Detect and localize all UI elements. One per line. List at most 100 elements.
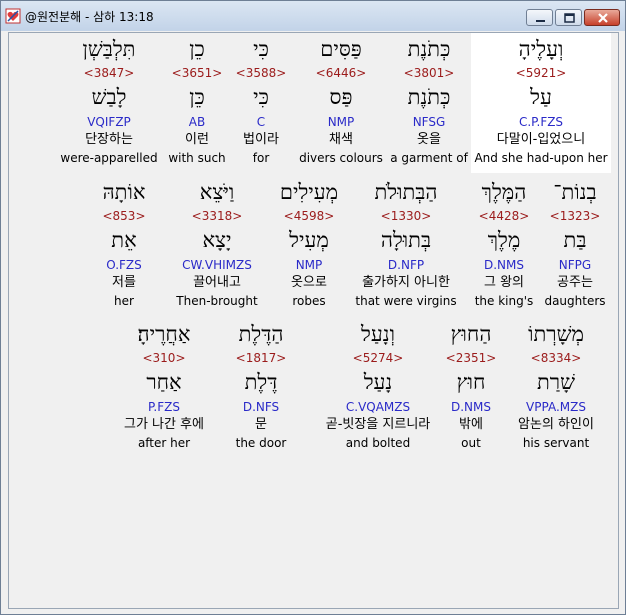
- strong-number: <8334>: [530, 351, 582, 365]
- hebrew-word: כְּתֹנֶת: [407, 37, 451, 61]
- strong-number: <5274>: [352, 351, 404, 365]
- korean-gloss: 공주는: [557, 275, 593, 290]
- word-cell[interactable]: הַמֶּלֶךְ <4428> מֶלֶךְ D.NMS 그 왕의 the king's: [467, 176, 541, 316]
- parsing-code: D.NMS: [450, 400, 491, 414]
- lexical-form: מֶלֶךְ: [487, 228, 521, 252]
- english-gloss: with such: [168, 151, 226, 165]
- word-cell[interactable]: אוֹתָהּ <853> אֵת O.FZS 저를 her: [93, 176, 155, 316]
- close-button[interactable]: [584, 9, 620, 26]
- word-cell[interactable]: כִּי <3588> כִּי C 법이라 for: [233, 33, 289, 173]
- english-gloss: the king's: [474, 294, 534, 308]
- parsing-code: NMP: [295, 258, 323, 272]
- strong-number: <1817>: [235, 351, 287, 365]
- english-gloss: for: [252, 151, 270, 165]
- hebrew-word: מְשָׁרְתוֹ: [528, 322, 584, 346]
- korean-gloss: 문: [255, 417, 267, 432]
- word-cell[interactable]: תִּלְבַּשְׁן <3847> לָבַשׁ VQIFZP 단장하는 were-a…: [57, 33, 161, 173]
- english-gloss: divers colours: [299, 151, 383, 165]
- hebrew-word: הַדֶּלֶת: [238, 322, 284, 346]
- english-gloss: out: [461, 436, 481, 450]
- maximize-icon: [564, 13, 575, 23]
- word-cell[interactable]: מְשָׁרְתוֹ <8334> שָׁרַת VPPA.MZS 암논의 하인이 his…: [511, 318, 601, 458]
- hebrew-word: הַמֶּלֶךְ: [481, 180, 527, 204]
- lexical-form: בַּת: [563, 228, 587, 252]
- parsing-code: O.FZS: [106, 258, 142, 272]
- hebrew-word: כִּי: [253, 37, 269, 61]
- word-cell[interactable]: הַדֶּלֶת <1817> דֶּלֶת D.NFS 문 the door: [228, 318, 294, 458]
- hebrew-word: מְעִילִים: [279, 180, 339, 204]
- parsing-code: NFSG: [412, 115, 446, 129]
- hebrew-word: אַחֲרֶיהָ׃: [137, 322, 191, 346]
- word-cell[interactable]: כֵן <3651> כֵּן AB 이런 with such: [163, 33, 231, 173]
- word-cell[interactable]: מְעִילִים <4598> מְעִיל NMP 옷으로 robes: [271, 176, 347, 316]
- lexical-form: כְּתֹנֶת: [407, 85, 451, 109]
- app-heart-icon: [5, 8, 21, 24]
- korean-gloss: 그 왕의: [483, 275, 524, 290]
- english-gloss: his servant: [522, 436, 590, 450]
- word-cell[interactable]: וְעָלֶיהָ <5921> עַל C.P.FZS 다말이-입었으니 And she…: [471, 33, 611, 173]
- strong-number: <310>: [142, 351, 186, 365]
- hebrew-word: תִּלְבַּשְׁן: [82, 37, 136, 61]
- korean-gloss: 채색: [329, 132, 353, 147]
- word-cell[interactable]: וַיֹּצֵא <3318> יָצָא CW.VHIMZS 끌어내고 Then-bro…: [171, 176, 263, 316]
- parsing-code: AB: [188, 115, 206, 129]
- hebrew-word: וַיֹּצֵא: [199, 180, 235, 204]
- parsing-code: C.VQAMZS: [345, 400, 411, 414]
- lexical-form: בְּתוּלָה: [380, 228, 432, 252]
- hebrew-word: אוֹתָהּ: [102, 180, 146, 204]
- korean-gloss: 옷을: [417, 132, 441, 147]
- english-gloss: robes: [292, 294, 326, 308]
- parsing-code: C.P.FZS: [518, 115, 564, 129]
- korean-gloss: 단장하는: [85, 132, 133, 147]
- strong-number: <3801>: [403, 66, 455, 80]
- english-gloss: were-apparelled: [60, 151, 158, 165]
- parsing-code: C: [256, 115, 266, 129]
- strong-number: <1323>: [549, 209, 601, 223]
- word-cell[interactable]: כְּתֹנֶת <3801> כְּתֹנֶת NFSG 옷을 a garment of: [387, 33, 471, 173]
- korean-gloss: 이런: [185, 132, 209, 147]
- word-cell[interactable]: הַבְּתוּלֹת <1330> בְּתוּלָה D.NFP 출가하지 아니한 t…: [347, 176, 465, 316]
- korean-gloss: 그가 나간 후에: [123, 417, 205, 432]
- hebrew-word: הַבְּתוּלֹת: [374, 180, 438, 204]
- title-bar[interactable]: @원전분해 - 삼하 13:18: [1, 1, 625, 31]
- minimize-button[interactable]: [526, 9, 553, 26]
- korean-gloss: 법이라: [243, 132, 279, 147]
- hebrew-word: פַּסִּים: [320, 37, 362, 61]
- window-title: @원전분해 - 삼하 13:18: [25, 10, 154, 24]
- strong-number: <2351>: [445, 351, 497, 365]
- lexical-form: כִּי: [253, 85, 269, 109]
- english-gloss: a garment of: [390, 151, 468, 165]
- strong-number: <3318>: [191, 209, 243, 223]
- parsing-code: VQIFZP: [87, 115, 131, 129]
- lexical-form: נָעַל: [363, 370, 393, 394]
- korean-gloss: 곧-빗장을 지르니라: [325, 417, 431, 432]
- korean-gloss: 저를: [112, 275, 136, 290]
- strong-number: <5921>: [515, 66, 567, 80]
- hebrew-word: בְנוֹת־: [553, 180, 597, 204]
- english-gloss: daughters: [544, 294, 606, 308]
- minimize-icon: [536, 20, 545, 22]
- korean-gloss: 출가하지 아니한: [362, 275, 450, 290]
- hebrew-word: וְעָלֶיהָ: [518, 37, 564, 61]
- korean-gloss: 옷으로: [291, 275, 327, 290]
- hebrew-word: כֵן: [189, 37, 205, 61]
- strong-number: <3588>: [235, 66, 287, 80]
- word-cell[interactable]: אַחֲרֶיהָ׃ <310> אַחַר P.FZS 그가 나간 후에 after h…: [119, 318, 209, 458]
- strong-number: <3847>: [83, 66, 135, 80]
- korean-gloss: 다말이-입었으니: [496, 132, 586, 147]
- english-gloss: the door: [235, 436, 287, 450]
- parsing-code: P.FZS: [148, 400, 180, 414]
- main-window: @원전분해 - 삼하 13:18 וְעָלֶיהָ <5921> עַל C.P.F…: [0, 0, 626, 615]
- word-cell[interactable]: וְנָעַל <5274> נָעַל C.VQAMZS 곧-빗장을 지르니라 and …: [322, 318, 434, 458]
- hebrew-word: וְנָעַל: [361, 322, 395, 346]
- word-cell[interactable]: פַּסִּים <6446> פַּס NMP 채색 divers colours: [295, 33, 387, 173]
- english-gloss: Then-brought: [176, 294, 258, 308]
- word-cell[interactable]: בְנוֹת־ <1323> בַּת NFPG 공주는 daughters: [542, 176, 608, 316]
- close-icon: [598, 13, 608, 23]
- english-gloss: And she had-upon her: [474, 151, 608, 165]
- parsing-code: D.NMS: [483, 258, 524, 272]
- word-cell[interactable]: הַחוּץ <2351> חוּץ D.NMS 밖에 out: [436, 318, 506, 458]
- maximize-button[interactable]: [555, 9, 582, 26]
- lexical-form: עַל: [530, 85, 552, 109]
- lexical-form: אַחַר: [146, 370, 182, 394]
